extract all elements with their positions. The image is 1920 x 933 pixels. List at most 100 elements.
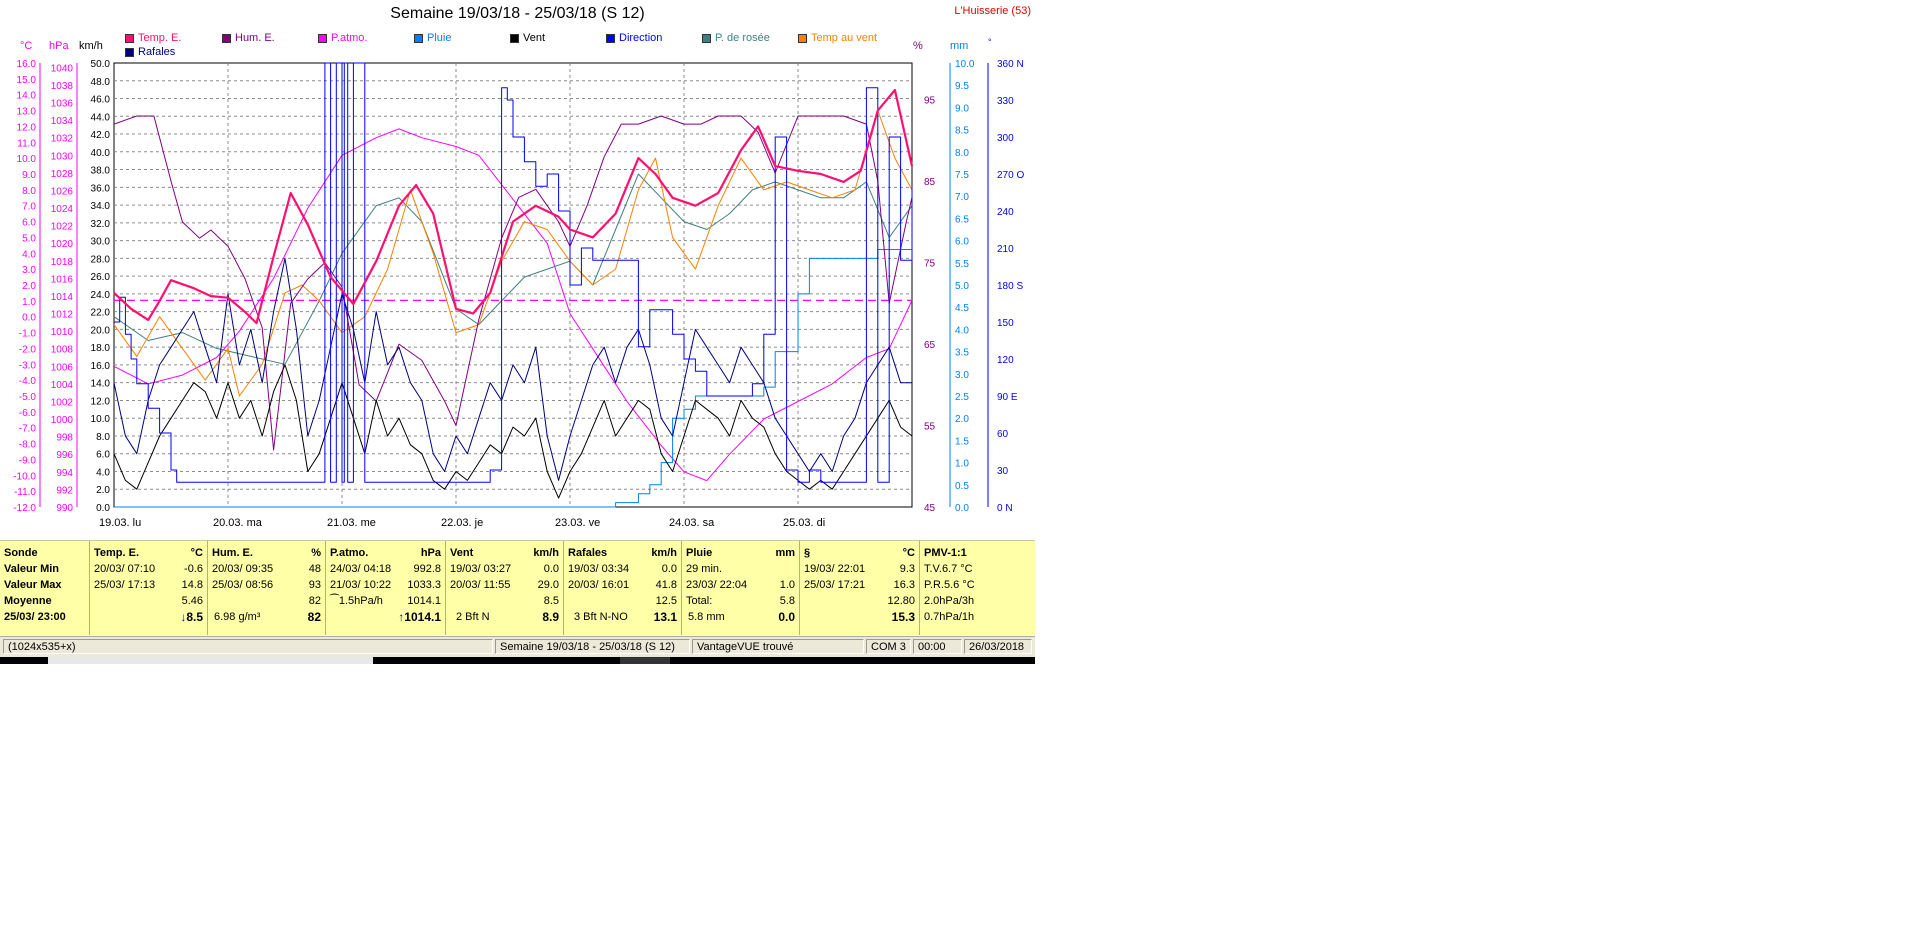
- temp-tick-label: -12.0: [13, 503, 36, 514]
- speed-tick-label: 6.0: [96, 450, 110, 461]
- max-value: 16.3: [893, 579, 915, 591]
- temp-tick-label: -7.0: [19, 424, 37, 435]
- legend-swatch: [125, 33, 134, 43]
- direction-tick-label: 30: [997, 466, 1009, 477]
- min-value: -0.6: [184, 563, 203, 575]
- rain-tick-label: 2.0: [955, 414, 969, 425]
- col-unit: km/h: [533, 547, 559, 559]
- col-unit: °C: [190, 547, 203, 559]
- speed-tick-label: 0.0: [96, 503, 110, 514]
- chart-canvas[interactable]: 16.0 15.0 14.0 13.0 12.0 11.0 10.0 9.0 8.0 7.0 6.0…: [0, 0, 1035, 538]
- pressure-tick-label: 1036: [51, 99, 74, 110]
- pressure-tick-label: 1026: [51, 186, 74, 197]
- speed-tick-label: 36.0: [91, 183, 111, 194]
- day-label: 20.03. ma: [213, 517, 263, 529]
- pressure-tick-label: 996: [56, 450, 73, 461]
- legend-swatch: [318, 33, 327, 43]
- direction-tick-label: 150: [997, 318, 1014, 329]
- legend-dewpoint[interactable]: P. de rosée: [702, 32, 770, 44]
- temp-tick-label: 6.0: [22, 218, 36, 229]
- stats-col-gusts: Rafales km/h 19/03/ 03:34 0.0 20/03/ 16:01…: [564, 541, 682, 635]
- legend-humidity[interactable]: Hum. E.: [222, 32, 275, 44]
- label-avg: Moyenne: [4, 595, 52, 607]
- direction-unit: °: [988, 37, 992, 47]
- pressure-tick-label: 1012: [51, 310, 74, 321]
- status-time: 00:00: [913, 639, 962, 654]
- legend-label: Rafales: [138, 46, 176, 58]
- total-label: Total:: [686, 595, 713, 607]
- horizontal-scrollbar[interactable]: [0, 657, 1035, 664]
- min-time: 24/03/ 04:18: [330, 563, 392, 575]
- humidity-unit: %: [913, 40, 923, 52]
- pressure-tick-label: 1000: [51, 415, 74, 426]
- speed-tick-label: 2.0: [96, 485, 110, 496]
- speed-tick-label: 48.0: [91, 77, 111, 88]
- temp-tick-label: 14.0: [17, 91, 37, 102]
- temp-tick-label: -5.0: [19, 392, 37, 403]
- min-time: 19/03/ 03:34: [568, 563, 630, 575]
- scrollbar-segment: [620, 657, 670, 664]
- stats-col-pmv: PMV-1:1 T.V.6.7 °C P.R.5.6 °C 2.0hPa/3h …: [920, 541, 1035, 635]
- legend-swatch: [702, 33, 711, 43]
- speed-tick-label: 30.0: [91, 237, 111, 248]
- rain-tick-label: 7.0: [955, 192, 969, 203]
- current-value: 15.3: [891, 610, 915, 624]
- weekly-chart[interactable]: 16.0 15.0 14.0 13.0 12.0 11.0 10.0 9.0 8.0 7.0 6.0…: [0, 0, 1035, 538]
- speed-tick-label: 22.0: [91, 308, 111, 319]
- legend-pressure[interactable]: P.atmo.: [318, 32, 368, 44]
- direction-tick-label: 300: [997, 133, 1014, 144]
- rain-tick-label: 7.5: [955, 170, 969, 181]
- stats-col-pressure: P.atmo. hPa 24/03/ 04:18 992.8 21/03/ 10:2…: [326, 541, 446, 635]
- humidity-tick-label: 95: [924, 96, 936, 107]
- weather-app-window: 16.0 15.0 14.0 13.0 12.0 11.0 10.0 9.0 8.0 7.0 6.0…: [0, 0, 1035, 665]
- col-header: Rafales: [568, 547, 608, 559]
- col-unit: km/h: [651, 547, 677, 559]
- speed-tick-label: 8.0: [96, 432, 110, 443]
- pressure-tick-label: 1020: [51, 239, 74, 250]
- legend-wind[interactable]: Vent: [510, 32, 545, 44]
- humidity-tick-label: 75: [924, 259, 936, 270]
- rain-amount: 5.8 mm: [688, 611, 725, 623]
- scrollbar-thumb[interactable]: [48, 657, 373, 664]
- legend-gusts[interactable]: Rafales: [125, 46, 175, 58]
- rain-tick-label: 5.0: [955, 281, 969, 292]
- stats-col-wind: Vent km/h 19/03/ 03:27 0.0 20/03/ 11:55 29.…: [446, 541, 564, 635]
- legend-swatch: [606, 33, 615, 43]
- direction-tick-label: 60: [997, 429, 1009, 440]
- humidity-tick-label: 55: [924, 422, 936, 433]
- min-time: 19/03/ 22:01: [804, 563, 866, 575]
- speed-tick-label: 28.0: [91, 254, 111, 265]
- legend-rain[interactable]: Pluie: [414, 32, 451, 44]
- pmv-line: 2.0hPa/3h: [924, 595, 975, 607]
- pressure-tick-label: 1030: [51, 151, 74, 162]
- legend-temp[interactable]: Temp. E.: [125, 32, 181, 44]
- temp-tick-label: 10.0: [17, 154, 37, 165]
- legend-label: Temp au vent: [811, 32, 878, 44]
- legend-direction[interactable]: Direction: [606, 32, 662, 44]
- legend-swatch: [414, 33, 423, 43]
- max-value: 93: [308, 579, 321, 591]
- col-header: Hum. E.: [212, 547, 253, 559]
- direction-tick-label: 180 S: [997, 281, 1023, 292]
- pressure-tick-label: 1002: [51, 397, 74, 408]
- pressure-tick-label: 1032: [51, 134, 74, 145]
- speed-tick-label: 42.0: [91, 130, 111, 141]
- direction-tick-label: 90 E: [997, 392, 1018, 403]
- legend-windchill[interactable]: Temp au vent: [798, 32, 877, 44]
- day-label: 22.03. je: [441, 517, 483, 529]
- legend-label: P.atmo.: [331, 32, 368, 44]
- speed-unit: km/h: [79, 40, 103, 52]
- col-header: P.atmo.: [330, 547, 369, 559]
- temp-tick-label: 12.0: [17, 122, 37, 133]
- col-unit: °C: [902, 547, 915, 559]
- humidity-tick-label: 45: [924, 503, 936, 514]
- temp-tick-label: -3.0: [19, 360, 37, 371]
- speed-tick-label: 18.0: [91, 343, 111, 354]
- max-time: 20/03/ 11:55: [450, 579, 511, 591]
- temp-tick-label: 2.0: [22, 281, 36, 292]
- min-value: 0.0: [661, 563, 677, 575]
- day-label: 24.03. sa: [669, 517, 715, 529]
- col-header: Temp. E.: [94, 547, 140, 559]
- pressure-tick-label: 1016: [51, 274, 74, 285]
- pressure-trend: ⁀1.5hPa/h: [330, 595, 383, 607]
